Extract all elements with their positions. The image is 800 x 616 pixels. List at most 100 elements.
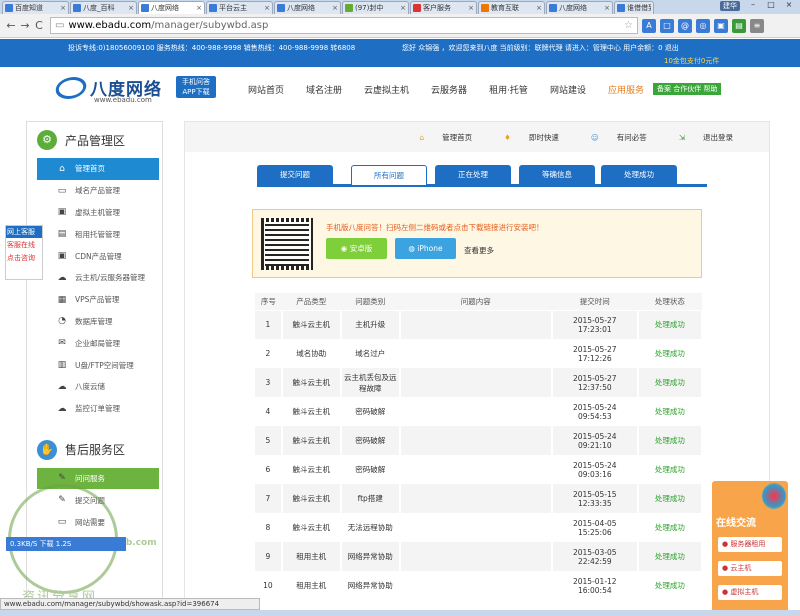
- close-icon[interactable]: ×: [468, 4, 474, 12]
- browser-tab[interactable]: 客户服务 ×: [410, 1, 477, 14]
- table-row[interactable]: 1 触斗云主机 主机升级 2015-05-27 17:23:01 处理成功: [255, 310, 704, 339]
- table-cell[interactable]: 处理成功: [637, 368, 704, 397]
- browser-tab[interactable]: 教育互联 ×: [478, 1, 545, 14]
- table-row[interactable]: 9 租用主机 网络异常协助 2015-03-05 22:42:59 处理成功: [255, 542, 704, 571]
- tab-processing[interactable]: 正在处理: [435, 165, 511, 184]
- table-cell[interactable]: 处理成功: [637, 513, 704, 542]
- tab-success[interactable]: 处理成功: [601, 165, 677, 184]
- browser-tab[interactable]: 百度知道 ×: [2, 1, 69, 14]
- site-logo[interactable]: 八度网络 www.ebadu.com: [53, 75, 178, 105]
- address-bar[interactable]: ▭ www.ebadu.com /manager/subywbd.asp ☆: [50, 17, 638, 34]
- nav-item[interactable]: 租用·托管: [489, 83, 528, 96]
- table-row[interactable]: 7 触斗云主机 ftp搭建 2015-05-15 12:33:35 处理成功: [255, 484, 704, 513]
- minimize-icon[interactable]: –: [744, 0, 762, 9]
- close-icon[interactable]: ×: [264, 4, 270, 12]
- browser-tab[interactable]: (97)封中 ×: [342, 1, 409, 14]
- table-cell: [399, 397, 553, 426]
- sidebar-item-vhost[interactable]: ▣ 虚拟主机管理: [37, 202, 159, 224]
- tab-submit[interactable]: 提交问题: [257, 165, 333, 184]
- nav-item[interactable]: 应用服务: [608, 83, 644, 96]
- toolbar-home[interactable]: ⌂ 管理首页: [403, 132, 472, 143]
- table-row[interactable]: 6 触斗云主机 密码破解 2015-05-24 09:03:16 处理成功: [255, 455, 704, 484]
- sidebar-item-cdn[interactable]: ▣ CDN产品管理: [37, 245, 159, 267]
- sidebar-item-db[interactable]: ◔ 数据库管理: [37, 311, 159, 333]
- toolbar-quick[interactable]: ♦ 即时快速: [488, 132, 559, 143]
- table-cell[interactable]: 处理成功: [637, 339, 704, 368]
- nav-item[interactable]: 云服务器: [431, 83, 467, 96]
- close-icon[interactable]: ×: [128, 4, 134, 12]
- sidebar-item-domain[interactable]: ▭ 域名产品管理: [37, 180, 159, 202]
- back-icon[interactable]: ←: [4, 19, 18, 32]
- menu-icon[interactable]: ≡: [750, 18, 764, 33]
- table-row[interactable]: 3 触斗云主机 云主机丢包及远程故障 2015-05-27 12:37:50 处理成功: [255, 368, 704, 397]
- sidebar-item-vps[interactable]: ▦ VPS产品管理: [37, 289, 159, 311]
- nav-item[interactable]: 云虚拟主机: [364, 83, 409, 96]
- forward-icon[interactable]: →: [18, 19, 32, 32]
- table-cell[interactable]: 处理成功: [637, 426, 704, 455]
- online-service-float[interactable]: 网上客服 客服在线 点击咨询: [5, 225, 43, 280]
- sidebar-item-home[interactable]: ⌂ 管理首页: [37, 158, 159, 180]
- maximize-icon[interactable]: □: [762, 0, 780, 9]
- close-icon[interactable]: ×: [332, 4, 338, 12]
- chat-button-cloud[interactable]: ● 云主机: [718, 561, 782, 576]
- table-row[interactable]: 8 触斗云主机 无法远程协助 2015-04-05 15:25:06 处理成功: [255, 513, 704, 542]
- table-cell[interactable]: 处理成功: [637, 455, 704, 484]
- table-row[interactable]: 4 触斗云主机 密码破解 2015-05-24 09:54:53 处理成功: [255, 397, 704, 426]
- table-row[interactable]: 5 触斗云主机 密码破解 2015-05-24 09:21:10 处理成功: [255, 426, 704, 455]
- android-download-button[interactable]: ◉ 安卓版: [326, 238, 387, 259]
- sidebar-item-ask[interactable]: ✎ 问问服务: [37, 467, 159, 490]
- browser-tab[interactable]: 八度网络 ×: [274, 1, 341, 14]
- table-cell[interactable]: 处理成功: [637, 542, 704, 571]
- table-cell[interactable]: 处理成功: [637, 397, 704, 426]
- extension-icon[interactable]: A: [642, 18, 656, 33]
- table-cell[interactable]: 处理成功: [637, 571, 704, 600]
- table-row[interactable]: 2 域名协助 域名过户 2015-05-27 17:12:26 处理成功: [255, 339, 704, 368]
- extension-icon[interactable]: □: [660, 18, 674, 33]
- table-row[interactable]: 10 租用主机 网络异常协助 2015-01-12 16:00:54 处理成功: [255, 571, 704, 600]
- table-cell[interactable]: 处理成功: [637, 484, 704, 513]
- close-icon[interactable]: ×: [60, 4, 66, 12]
- nav-item[interactable]: 网站首页: [248, 83, 284, 96]
- sidebar-item-monitor[interactable]: ☁ 监控订单管理: [37, 398, 159, 420]
- chat-button-vhost[interactable]: ● 虚拟主机: [718, 585, 782, 600]
- extension-icon[interactable]: @: [678, 18, 692, 33]
- sidebar-item-mail[interactable]: ✉ 企业邮局管理: [37, 332, 159, 354]
- toolbar-logout[interactable]: ⇲ 退出登录: [663, 132, 733, 143]
- iphone-download-button[interactable]: ◍ iPhone: [395, 238, 456, 259]
- sidebar-item-storage[interactable]: ☁ 八度云储: [37, 376, 159, 398]
- close-icon[interactable]: ×: [604, 4, 610, 12]
- support-text[interactable]: 10金包支付0元件: [664, 56, 719, 66]
- bookmark-star-icon[interactable]: ☆: [624, 20, 633, 31]
- sidebar-item-ftp[interactable]: ▥ U盘/FTP空间管理: [37, 354, 159, 376]
- tab-all[interactable]: 所有问题: [351, 165, 427, 185]
- extension-icon[interactable]: ▤: [732, 18, 746, 33]
- submit-time: 09:21:10: [577, 440, 612, 450]
- browser-tab-active[interactable]: 八度网络 ×: [138, 1, 205, 14]
- reload-icon[interactable]: C: [32, 19, 46, 32]
- extra-links[interactable]: 备案 合作伙伴 帮助: [653, 83, 722, 95]
- more-link[interactable]: 查看更多: [464, 245, 494, 256]
- table-cell[interactable]: 处理成功: [637, 310, 704, 339]
- close-icon[interactable]: ×: [400, 4, 406, 12]
- close-window-icon[interactable]: ×: [780, 0, 798, 9]
- sidebar-item-cloud[interactable]: ☁ 云主机/云服务器管理: [37, 267, 159, 289]
- nav-item[interactable]: 域名注册: [306, 83, 342, 96]
- browser-tab[interactable]: 平台云主 ×: [206, 1, 273, 14]
- close-icon[interactable]: ×: [196, 4, 202, 12]
- sidebar-item-rental[interactable]: ▤ 租用托管管理: [37, 223, 159, 245]
- submit-time: 15:25:06: [577, 527, 612, 537]
- toolbar-ask[interactable]: ☺ 有问必答: [575, 132, 647, 143]
- browser-tab[interactable]: 谁借借到: [614, 1, 654, 14]
- close-icon[interactable]: ×: [536, 4, 542, 12]
- nav-item[interactable]: 网站建设: [550, 83, 586, 96]
- app-download-badge[interactable]: 手机问答 APP下载: [176, 76, 216, 98]
- sidebar-item-submit[interactable]: ✎ 提交问题: [37, 489, 159, 511]
- browser-tab[interactable]: 八度网络 ×: [546, 1, 613, 14]
- extension-icon[interactable]: ▣: [714, 18, 728, 33]
- user-info-text[interactable]: 您好 众锦强 ，欢迎您来到八度 当前级别：联牌代理 请进入：管理中心 用户余额：…: [402, 43, 679, 53]
- extension-icon[interactable]: ◎: [696, 18, 710, 33]
- tab-confirm[interactable]: 等确信息: [519, 165, 595, 184]
- chat-button-server[interactable]: ● 服务器租用: [718, 537, 782, 552]
- browser-tab[interactable]: 八度_百科 ×: [70, 1, 137, 14]
- sidebar-item-needs[interactable]: ▭ 网站需要: [37, 511, 159, 533]
